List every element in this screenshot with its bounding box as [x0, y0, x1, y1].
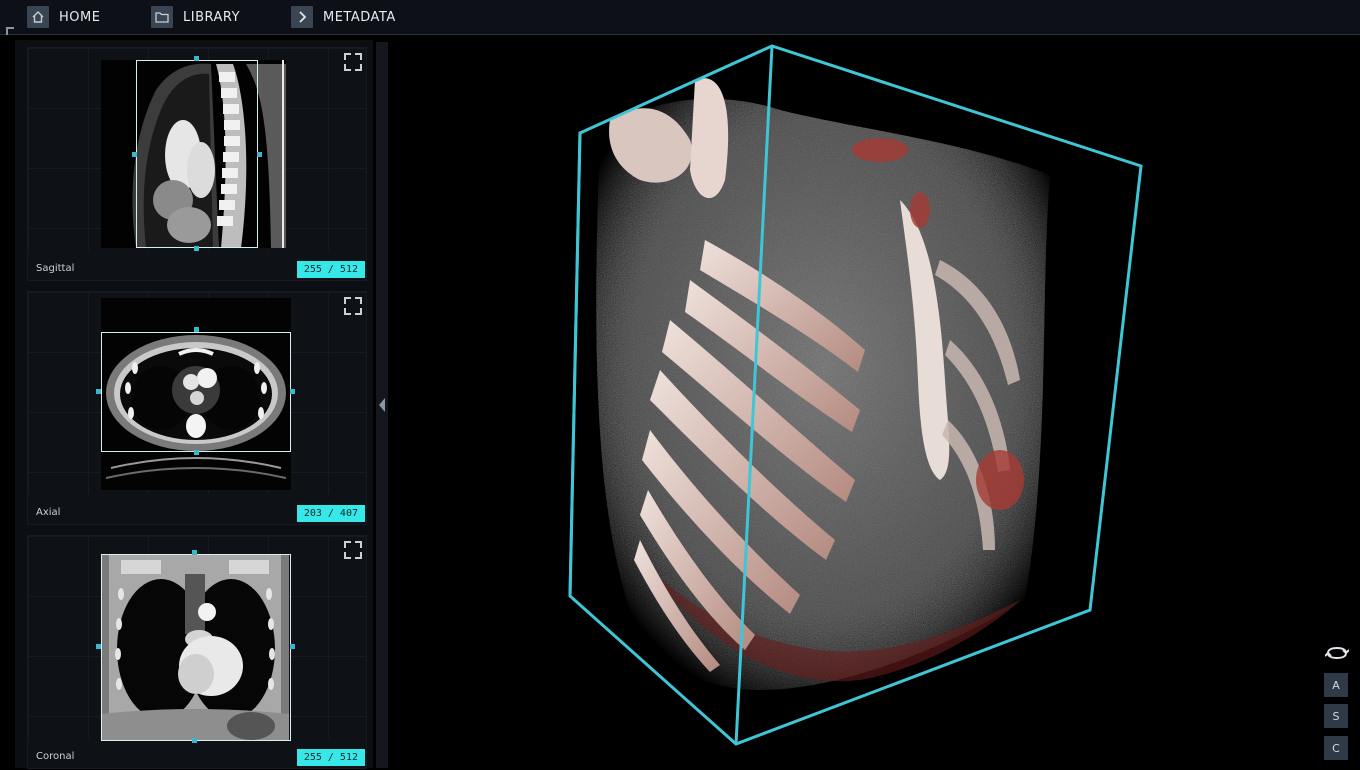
view-sagittal-button[interactable]: S [1324, 704, 1348, 728]
nav-home[interactable]: HOME [27, 5, 100, 29]
crop-handle[interactable] [257, 152, 262, 157]
crop-handle[interactable] [192, 550, 197, 555]
expand-icon[interactable] [344, 297, 362, 315]
nav-library[interactable]: LIBRARY [151, 5, 240, 29]
coronal-crop-frame[interactable] [101, 554, 291, 741]
view-label: Axial [36, 507, 61, 518]
expand-icon[interactable] [344, 53, 362, 71]
volume-render [568, 44, 1143, 746]
coronal-view[interactable]: Coronal 255 / 512 [27, 535, 367, 769]
nav-library-label: LIBRARY [183, 9, 241, 25]
nav-home-label: HOME [59, 9, 101, 25]
top-navigation: HOME LIBRARY METADATA [0, 0, 1360, 35]
corner-marker [6, 27, 14, 35]
view-label: Coronal [36, 751, 75, 762]
crop-handle[interactable] [96, 644, 101, 649]
expand-icon[interactable] [344, 541, 362, 559]
collapse-arrow-icon[interactable] [379, 398, 385, 412]
axial-crop-frame[interactable] [101, 332, 291, 452]
folder-icon [151, 6, 173, 28]
sagittal-crop-frame[interactable] [136, 60, 258, 248]
nav-metadata[interactable]: METADATA [291, 5, 396, 29]
crop-handle[interactable] [290, 644, 295, 649]
sagittal-view[interactable]: Sagittal 255 / 512 [27, 47, 367, 281]
chevron-right-icon [291, 6, 313, 28]
crop-handle[interactable] [194, 327, 199, 332]
crop-handle[interactable] [96, 389, 101, 394]
crop-handle[interactable] [194, 450, 199, 455]
slice-counter[interactable]: 203 / 407 [296, 505, 365, 522]
home-icon [27, 6, 49, 28]
axial-view[interactable]: Axial 203 / 407 [27, 291, 367, 525]
slice-counter[interactable]: 255 / 512 [296, 261, 365, 278]
volume-render-viewport[interactable] [392, 42, 1360, 770]
rotate-icon[interactable] [1324, 644, 1350, 662]
view-anterior-button[interactable]: A [1324, 673, 1348, 697]
crop-handle[interactable] [132, 152, 137, 157]
crop-handle[interactable] [290, 389, 295, 394]
crop-handle[interactable] [192, 738, 197, 743]
crop-handle[interactable] [194, 246, 199, 251]
view-coronal-button[interactable]: C [1324, 736, 1348, 760]
crop-handle[interactable] [194, 56, 199, 61]
slice-counter[interactable]: 255 / 512 [296, 749, 365, 766]
nav-metadata-label: METADATA [323, 9, 396, 25]
view-label: Sagittal [36, 263, 75, 274]
